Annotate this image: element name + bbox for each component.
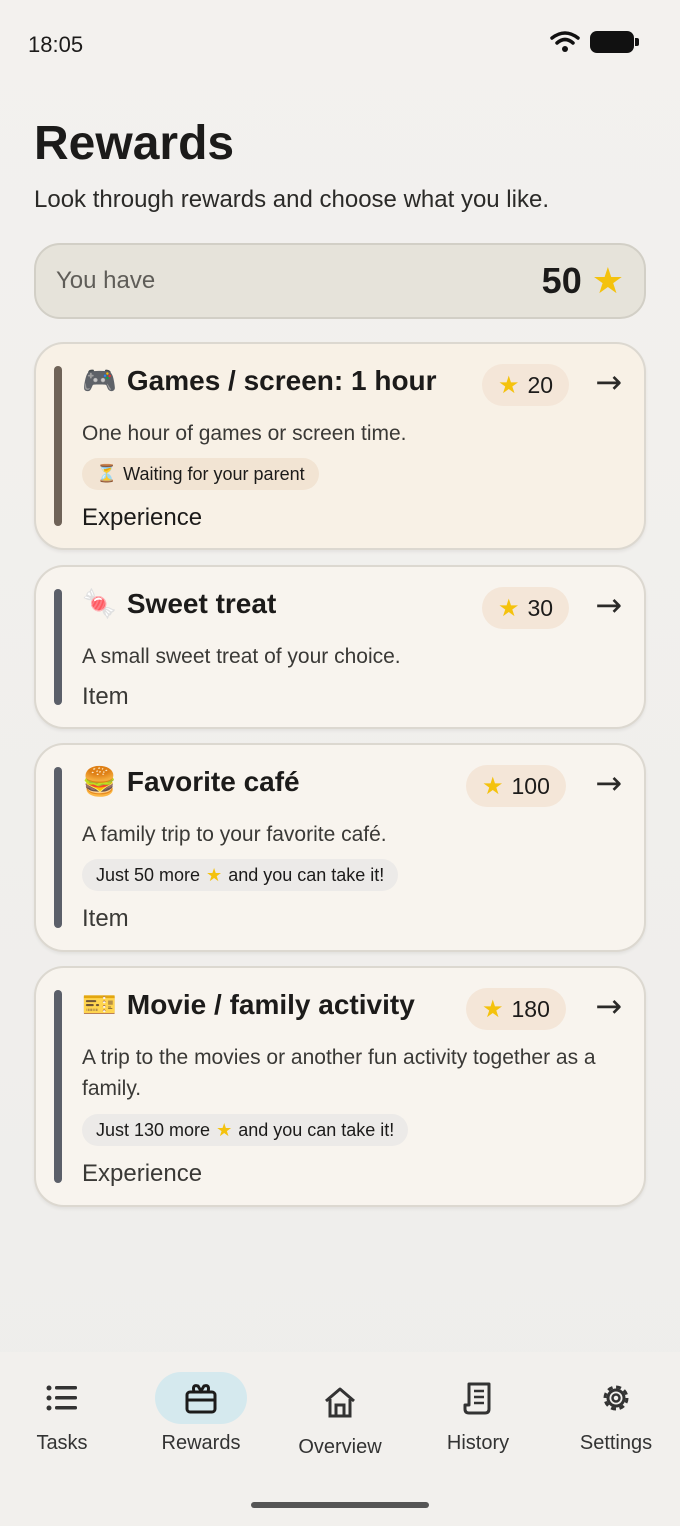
gamepad-icon: 🎮 [82, 364, 117, 397]
reward-description: One hour of games or screen time. [82, 422, 407, 445]
wifi-icon [550, 31, 580, 52]
arrow-right-icon[interactable]: → [595, 990, 622, 1022]
page-title: Rewards [34, 117, 235, 170]
reward-price: 30 [527, 594, 554, 621]
status-time: 18:05 [28, 32, 84, 57]
reward-kind: Experience [82, 504, 203, 531]
card-accent-bar [54, 366, 62, 526]
reward-title-text: Games / screen: 1 hour [126, 364, 437, 396]
reward-title-text: Movie / family activity [126, 988, 415, 1020]
arrow-right-icon[interactable]: → [595, 767, 622, 799]
bottom-navigation: Tasks Rewards Overview History Settings [0, 1352, 680, 1526]
card-accent-bar [54, 767, 62, 928]
nav-label: Overview [298, 1436, 382, 1458]
reward-title-text: Sweet treat [126, 587, 277, 619]
reward-description: A trip to the movies or another fun acti… [82, 1046, 596, 1100]
nav-overview[interactable]: Overview [280, 1376, 400, 1459]
reward-kind: Experience [82, 1160, 203, 1187]
reward-card-games[interactable]: 🎮 Games / screen: 1 hour ★ 20 → One hour… [34, 342, 646, 550]
hourglass-icon: ⏳ [96, 464, 118, 484]
ticket-icon: 🎫 [82, 988, 117, 1021]
progress-hint: Just 50 more ★ and you can take it! [82, 859, 399, 891]
reward-price: 180 [511, 995, 550, 1022]
reward-title: 🍬 Sweet treat [82, 587, 276, 620]
arrow-right-icon[interactable]: → [595, 366, 622, 398]
receipt-icon [463, 1382, 491, 1415]
home-icon [325, 1387, 355, 1418]
page-subtitle: Look through rewards and choose what you… [34, 186, 549, 213]
card-accent-bar [54, 589, 62, 705]
star-icon: ★ [498, 371, 520, 399]
reward-price-badge: ★ 30 [482, 587, 570, 629]
card-accent-bar [54, 990, 62, 1183]
star-icon: ★ [216, 1119, 233, 1140]
reward-card-sweet-treat[interactable]: 🍬 Sweet treat ★ 30 → A small sweet treat… [34, 565, 646, 729]
reward-kind: Item [82, 905, 129, 932]
balance-label: You have [56, 267, 156, 294]
balance-value-group: 50 ★ [542, 260, 624, 302]
reward-title-text: Favorite café [126, 765, 300, 797]
gift-icon [185, 1384, 217, 1414]
status-bar: 18:05 [0, 0, 680, 88]
nav-tasks[interactable]: Tasks [2, 1372, 122, 1455]
balance-value: 50 [541, 260, 582, 301]
status-icons [550, 30, 639, 54]
nav-label: Tasks [36, 1432, 88, 1454]
reward-description: A small sweet treat of your choice. [82, 645, 401, 668]
nav-history[interactable]: History [418, 1372, 538, 1455]
reward-title: 🎫 Movie / family activity [82, 988, 415, 1021]
hint-before: Just 130 more [96, 1119, 211, 1140]
reward-description: A family trip to your favorite café. [82, 823, 387, 846]
hint-after: and you can take it! [238, 1119, 395, 1140]
reward-price-badge: ★ 20 [482, 364, 570, 406]
reward-price-badge: ★ 100 [466, 765, 566, 807]
progress-hint: Just 130 more ★ and you can take it! [82, 1114, 409, 1146]
gear-icon [603, 1385, 629, 1411]
nav-label: History [446, 1432, 510, 1454]
reward-price-badge: ★ 180 [466, 988, 566, 1030]
battery-icon [590, 31, 639, 53]
reward-card-favorite-cafe[interactable]: 🍔 Favorite café ★ 100 → A family trip to… [34, 743, 646, 952]
reward-card-movie[interactable]: 🎫 Movie / family activity ★ 180 → A trip… [34, 966, 646, 1207]
reward-title: 🍔 Favorite café [82, 765, 300, 798]
hint-before: Just 50 more [96, 864, 201, 885]
star-icon: ★ [591, 260, 624, 301]
star-balance: You have 50 ★ [34, 243, 646, 319]
star-icon: ★ [482, 772, 504, 800]
star-icon: ★ [482, 995, 504, 1023]
reward-kind: Item [82, 683, 129, 710]
arrow-right-icon[interactable]: → [595, 589, 622, 621]
nav-rewards[interactable]: Rewards [141, 1372, 261, 1455]
list-icon [46, 1385, 77, 1411]
nav-label: Rewards [161, 1432, 241, 1454]
star-icon: ★ [206, 864, 223, 885]
status-badge: ⏳ Waiting for your parent [82, 458, 319, 490]
home-indicator[interactable] [251, 1502, 429, 1508]
nav-settings[interactable]: Settings [556, 1372, 676, 1455]
reward-title: 🎮 Games / screen: 1 hour [82, 364, 437, 397]
reward-price: 100 [511, 772, 550, 799]
hint-after: and you can take it! [228, 864, 385, 885]
burger-icon: 🍔 [82, 765, 117, 798]
nav-label: Settings [579, 1432, 653, 1454]
reward-price: 20 [527, 371, 554, 398]
status-text: Waiting for your parent [123, 463, 305, 484]
candy-icon: 🍬 [82, 587, 117, 620]
star-icon: ★ [498, 594, 520, 622]
